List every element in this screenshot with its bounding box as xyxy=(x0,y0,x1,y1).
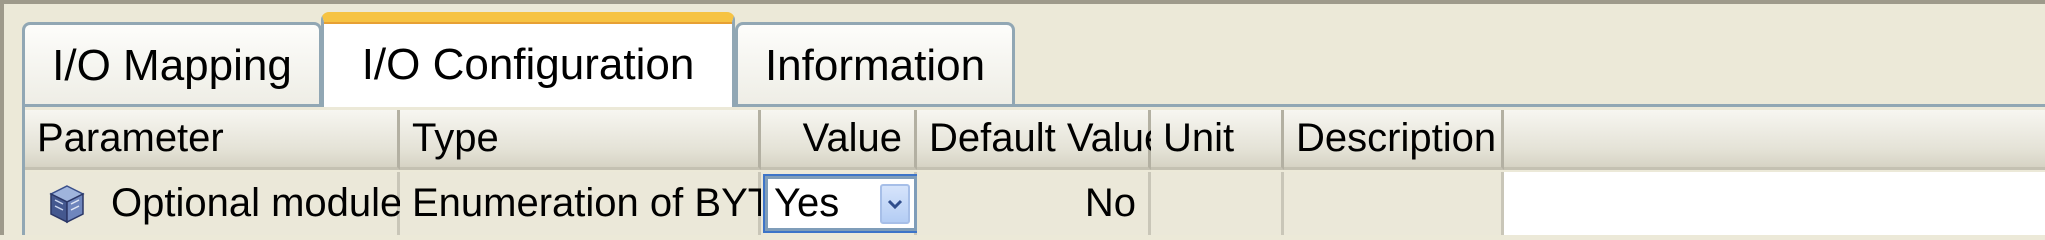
table-row[interactable]: Optional module Enumeration of BYTE Yes … xyxy=(25,172,2045,235)
cube-module-icon xyxy=(49,184,85,224)
column-header-description[interactable]: Description xyxy=(1284,110,1504,170)
column-header-unit[interactable]: Unit xyxy=(1151,110,1284,170)
value-dropdown[interactable]: Yes xyxy=(763,174,919,233)
tab-label: Information xyxy=(764,40,986,90)
cell-default-value: No xyxy=(917,172,1151,235)
column-header-label: Unit xyxy=(1163,116,1235,160)
tab-label: I/O Configuration xyxy=(361,39,695,89)
type-text: Enumeration of BYTE xyxy=(412,181,799,225)
value-selected: Yes xyxy=(774,181,840,225)
column-header-label: Parameter xyxy=(37,116,224,160)
tab-io-mapping[interactable]: I/O Mapping xyxy=(22,22,322,106)
column-header-label: Type xyxy=(412,116,499,160)
column-header-type[interactable]: Type xyxy=(400,110,761,170)
column-header-label: Value xyxy=(802,116,902,160)
column-header-value[interactable]: Value xyxy=(761,110,917,170)
tab-label: I/O Mapping xyxy=(52,40,292,90)
column-header-filler xyxy=(1504,110,2045,170)
cell-filler xyxy=(1504,172,2045,235)
cell-type: Enumeration of BYTE xyxy=(400,172,799,235)
cell-parameter: Optional module xyxy=(25,172,403,235)
tab-io-configuration[interactable]: I/O Configuration xyxy=(321,12,735,107)
column-header-parameter[interactable]: Parameter xyxy=(25,110,400,170)
cell-unit xyxy=(1151,172,1284,235)
cell-value: Yes xyxy=(761,172,919,235)
column-header-label: Default Value xyxy=(929,116,1167,160)
tab-information[interactable]: Information xyxy=(735,22,1015,106)
default-value-text: No xyxy=(1084,181,1136,225)
column-header-label: Description xyxy=(1296,116,1497,160)
chevron-down-icon[interactable] xyxy=(880,184,910,224)
cell-description xyxy=(1284,172,1504,235)
parameter-name: Optional module xyxy=(111,181,403,225)
column-header-default-value[interactable]: Default Value xyxy=(917,110,1166,170)
table-header: Parameter Type Value Default Value Unit … xyxy=(25,110,2045,170)
